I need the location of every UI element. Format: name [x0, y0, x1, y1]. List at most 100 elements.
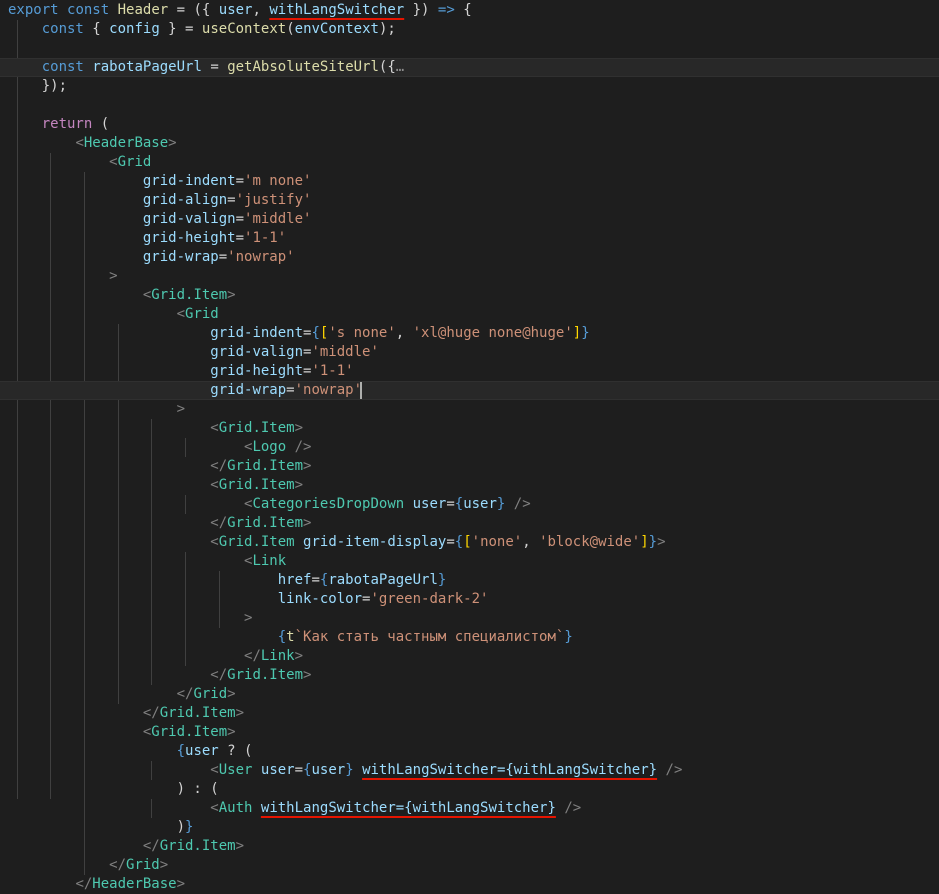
code-token: = — [218, 249, 228, 265]
code-line[interactable]: > — [0, 267, 939, 286]
code-token: ] — [640, 534, 649, 550]
code-token: grid-wrap — [142, 249, 219, 265]
code-line[interactable]: grid-valign='middle' — [0, 343, 939, 362]
code-token: ) : ( — [176, 781, 219, 797]
code-line[interactable]: </Grid> — [0, 685, 939, 704]
code-line[interactable]: > — [0, 400, 939, 419]
code-token: 'justify' — [235, 192, 312, 208]
code-line[interactable]: <CategoriesDropDown user={user} /> — [0, 495, 939, 514]
code-line[interactable]: <Link — [0, 552, 939, 571]
code-line[interactable]: grid-wrap='nowrap' — [0, 248, 939, 267]
code-line[interactable]: </Grid.Item> — [0, 837, 939, 856]
code-line[interactable]: <Grid.Item> — [0, 286, 939, 305]
code-line[interactable]: const rabotaPageUrl = getAbsoluteSiteUrl… — [0, 58, 939, 77]
code-token: Grid.Item — [227, 458, 304, 474]
code-line[interactable]: grid-wrap='nowrap' — [0, 381, 939, 400]
code-line[interactable]: link-color='green-dark-2' — [0, 590, 939, 609]
code-token: 'middle' — [244, 211, 312, 227]
code-token: ) — [176, 819, 186, 835]
code-line[interactable]: </Grid.Item> — [0, 704, 939, 723]
code-editor[interactable]: export const Header = ({ user, withLangS… — [0, 0, 939, 893]
code-line[interactable]: </Grid.Item> — [0, 457, 939, 476]
code-line[interactable]: export const Header = ({ user, withLangS… — [0, 1, 939, 20]
code-line[interactable]: {t`Как стать частным специалистом`} — [0, 628, 939, 647]
code-token: Grid — [193, 686, 228, 702]
code-token: } — [185, 819, 194, 835]
code-line[interactable]: <Auth withLangSwitcher={withLangSwitcher… — [0, 799, 939, 818]
code-line[interactable]: <User user={user} withLangSwitcher={with… — [0, 761, 939, 780]
code-line[interactable]: )} — [0, 818, 939, 837]
code-token: /> — [286, 439, 312, 455]
code-line[interactable]: </Link> — [0, 647, 939, 666]
code-token: grid-indent — [210, 325, 304, 341]
code-line[interactable]: return ( — [0, 115, 939, 134]
code-token: > — [244, 610, 253, 626]
code-token: </ — [210, 667, 228, 683]
code-token: > — [303, 458, 312, 474]
code-token: 'green-dark-2' — [370, 591, 489, 607]
code-line[interactable]: grid-valign='middle' — [0, 210, 939, 229]
code-line[interactable]: grid-indent={['s none', 'xl@huge none@hu… — [0, 324, 939, 343]
code-line[interactable] — [0, 96, 939, 115]
code-line[interactable]: grid-indent='m none' — [0, 172, 939, 191]
code-token: user — [311, 762, 346, 778]
code-token: = — [235, 230, 245, 246]
code-line[interactable]: <Grid — [0, 153, 939, 172]
code-token: /> — [505, 496, 531, 512]
code-token: = — [311, 572, 320, 588]
code-token: ? ( — [218, 743, 253, 759]
code-line[interactable]: <Grid.Item> — [0, 476, 939, 495]
code-token: Grid — [126, 857, 160, 873]
code-token: Link — [252, 553, 287, 569]
code-token: < — [176, 306, 186, 322]
code-token: < — [210, 534, 219, 550]
code-token: rabotaPageUrl — [328, 572, 438, 588]
code-line[interactable]: }); — [0, 77, 939, 96]
code-line[interactable]: </Grid.Item> — [0, 666, 939, 685]
code-token: } — [581, 325, 590, 341]
code-token: Grid — [185, 306, 219, 322]
code-token: [ — [463, 534, 472, 550]
code-line[interactable]: <Grid — [0, 305, 939, 324]
code-line[interactable]: const { config } = useContext(envContext… — [0, 20, 939, 39]
code-line[interactable]: </HeaderBase> — [0, 875, 939, 894]
code-token: < — [210, 420, 219, 436]
code-token: , — [522, 534, 540, 550]
code-token: > — [235, 838, 245, 854]
code-line[interactable]: </Grid.Item> — [0, 514, 939, 533]
code-line[interactable]: {user ? ( — [0, 742, 939, 761]
code-line[interactable]: <Logo /> — [0, 438, 939, 457]
code-line[interactable]: grid-height='1-1' — [0, 362, 939, 381]
fold-ellipsis[interactable]: … — [396, 59, 404, 75]
code-line[interactable]: <HeaderBase> — [0, 134, 939, 153]
code-line[interactable]: </Grid> — [0, 856, 939, 875]
code-token: '1-1' — [244, 230, 287, 246]
code-token: Grid.Item — [227, 515, 304, 531]
code-line[interactable]: ) : ( — [0, 780, 939, 799]
code-line[interactable]: <Grid.Item> — [0, 723, 939, 742]
code-line[interactable]: <Grid.Item grid-item-display={['none', '… — [0, 533, 939, 552]
code-line[interactable]: > — [0, 609, 939, 628]
code-token: Header — [117, 2, 169, 18]
code-token: Grid — [117, 154, 152, 170]
code-token: { — [454, 496, 464, 512]
code-line[interactable]: grid-height='1-1' — [0, 229, 939, 248]
code-token: useContext — [201, 21, 287, 37]
code-line[interactable]: href={rabotaPageUrl} — [0, 571, 939, 590]
code-line[interactable] — [0, 39, 939, 58]
code-line[interactable]: <Grid.Item> — [0, 419, 939, 438]
code-line[interactable]: grid-align='justify' — [0, 191, 939, 210]
